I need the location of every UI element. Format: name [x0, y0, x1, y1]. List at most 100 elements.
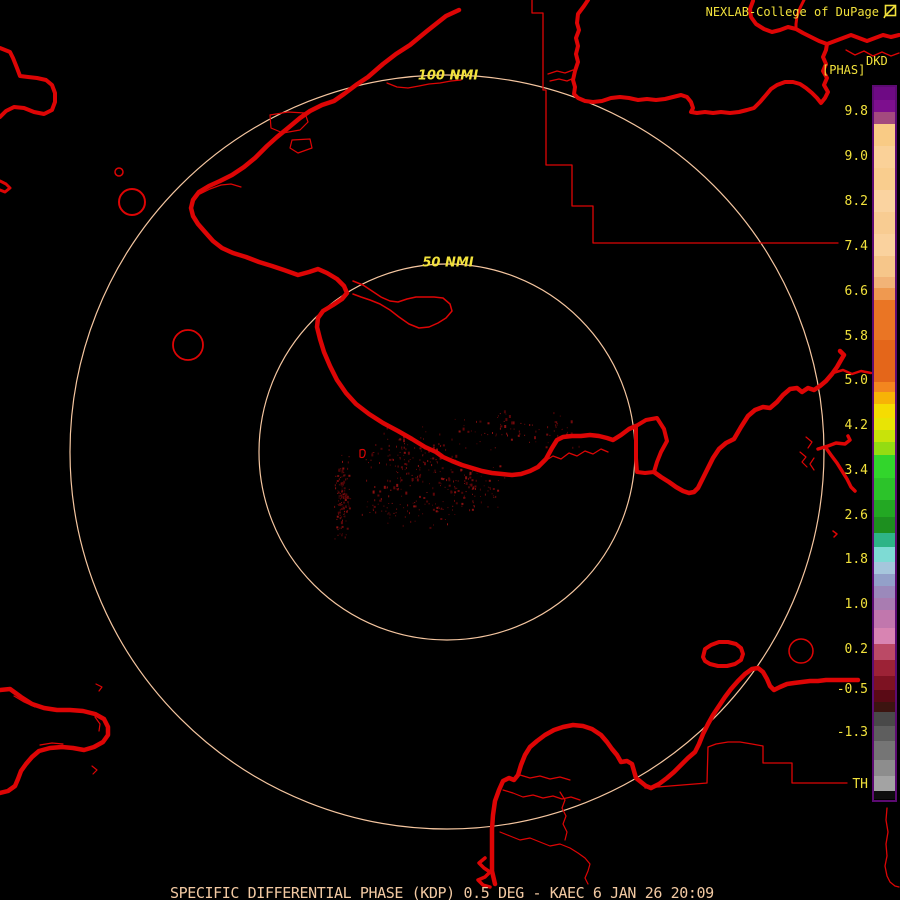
map-outline-path	[352, 280, 453, 329]
color-scale-tick: 9.8	[844, 104, 868, 119]
product-unit-label: [PHAS]	[822, 63, 866, 77]
color-scale-segment	[874, 547, 895, 562]
range-ring	[258, 263, 636, 641]
map-outline-path	[0, 46, 57, 119]
map-outline-path	[644, 741, 848, 789]
nexlab-logo-icon	[883, 4, 897, 19]
color-scale-tick: 3.4	[844, 463, 868, 478]
color-scale-segment	[874, 418, 895, 430]
map-outline-path	[95, 683, 103, 692]
color-scale-segment	[874, 676, 895, 690]
color-scale-segment	[874, 517, 895, 533]
color-scale-tick: 1.8	[844, 552, 868, 567]
color-scale-tick: 7.4	[844, 239, 868, 254]
color-scale-segment	[874, 791, 895, 799]
map-outline-path	[519, 774, 571, 781]
map-outline-path	[489, 722, 654, 887]
map-outline-path	[0, 179, 12, 194]
map-outline-path	[502, 789, 581, 801]
color-scale-segment	[874, 382, 895, 392]
color-scale-tick: 0.2	[844, 642, 868, 657]
color-scale-segment	[874, 212, 895, 234]
color-scale-tick: 5.8	[844, 329, 868, 344]
color-scale-tick: -1.3	[836, 725, 868, 740]
color-scale-segment	[874, 586, 895, 598]
color-scale-segment	[874, 288, 895, 300]
color-scale-tick: 2.6	[844, 508, 868, 523]
credit-line: NEXLAB-College of DuPage	[706, 4, 897, 19]
color-scale-segment	[874, 533, 895, 547]
color-scale-segment	[874, 430, 895, 442]
radar-echoes	[334, 410, 580, 540]
color-scale-tick: TH	[852, 777, 868, 792]
color-scale-segment	[874, 190, 895, 212]
map-outline-path	[544, 448, 609, 462]
color-scale-segment	[874, 392, 895, 404]
color-scale-segment	[874, 87, 895, 100]
color-scale-tick: 5.0	[844, 373, 868, 388]
map-outline-path	[91, 765, 98, 775]
color-scale-bar	[872, 85, 897, 802]
color-scale-segment	[874, 562, 895, 574]
credit-text: NEXLAB-College of DuPage	[705, 4, 879, 19]
map-outline-path	[799, 451, 808, 468]
color-scale-segment	[874, 660, 895, 676]
color-scale-segment	[874, 455, 895, 478]
map-outline-path	[476, 856, 492, 889]
color-scale-tick: 8.2	[844, 194, 868, 209]
map-outline-path	[805, 436, 813, 449]
color-scale-segment	[874, 500, 895, 517]
color-scale-segment	[874, 702, 895, 712]
radar-display: 100 NMI 50 NMI NEXLAB-College of DuPage …	[0, 0, 900, 900]
map-outline-path	[359, 448, 366, 459]
color-scale-segment	[874, 146, 895, 168]
map-outline-path	[634, 416, 669, 475]
map-outline-path	[809, 457, 815, 471]
color-scale-segment	[874, 300, 895, 340]
radar-map-canvas	[0, 0, 900, 889]
map-outline-path	[832, 530, 838, 538]
range-ring-label-50nmi: 50 NMI	[422, 255, 474, 271]
map-outline-path	[0, 686, 111, 796]
color-scale-segment	[874, 112, 895, 124]
color-scale-segment	[874, 644, 895, 660]
color-scale-segment	[874, 690, 895, 702]
color-scale-tick: 4.2	[844, 418, 868, 433]
color-scale-segment	[874, 776, 895, 791]
color-scale-segment	[874, 628, 895, 644]
color-scale-segment	[874, 610, 895, 628]
color-scale-segment	[874, 277, 895, 288]
color-scale-tick: 6.6	[844, 284, 868, 299]
color-scale-segment	[874, 168, 895, 190]
map-outline-path	[499, 831, 591, 885]
color-scale-segment	[874, 741, 895, 760]
map-outline-path	[648, 665, 861, 791]
map-outline-path	[94, 716, 101, 732]
color-scale-segment	[874, 100, 895, 112]
color-scale-segment	[874, 574, 895, 586]
map-outline-path	[39, 742, 64, 746]
product-caption: SPECIFIC DIFFERENTIAL PHASE (KDP) 0.5 DE…	[170, 884, 714, 900]
color-scale-segment	[874, 478, 895, 500]
map-outline-path	[547, 69, 574, 75]
color-scale-segment	[874, 124, 895, 146]
color-scale-tick: 1.0	[844, 597, 868, 612]
map-outline-circle	[118, 188, 146, 216]
map-outline-path	[884, 807, 900, 888]
range-ring-label-100nmi: 100 NMI	[417, 68, 479, 84]
product-code-label: DKD	[866, 54, 888, 68]
map-outline-circle	[114, 167, 124, 177]
color-scale-tick: 9.0	[844, 149, 868, 164]
color-scale-segment	[874, 256, 895, 277]
color-scale-segment	[874, 760, 895, 776]
map-outline-path	[549, 77, 575, 82]
map-outline-circle	[172, 329, 204, 361]
color-scale-segment	[874, 442, 895, 455]
map-outline-circle	[788, 638, 814, 664]
color-scale-segment	[874, 340, 895, 382]
map-outline-path	[816, 434, 852, 451]
color-scale-segment	[874, 712, 895, 726]
color-scale-segment	[874, 726, 895, 741]
color-scale-segment	[874, 598, 895, 610]
color-scale-segment	[874, 234, 895, 256]
